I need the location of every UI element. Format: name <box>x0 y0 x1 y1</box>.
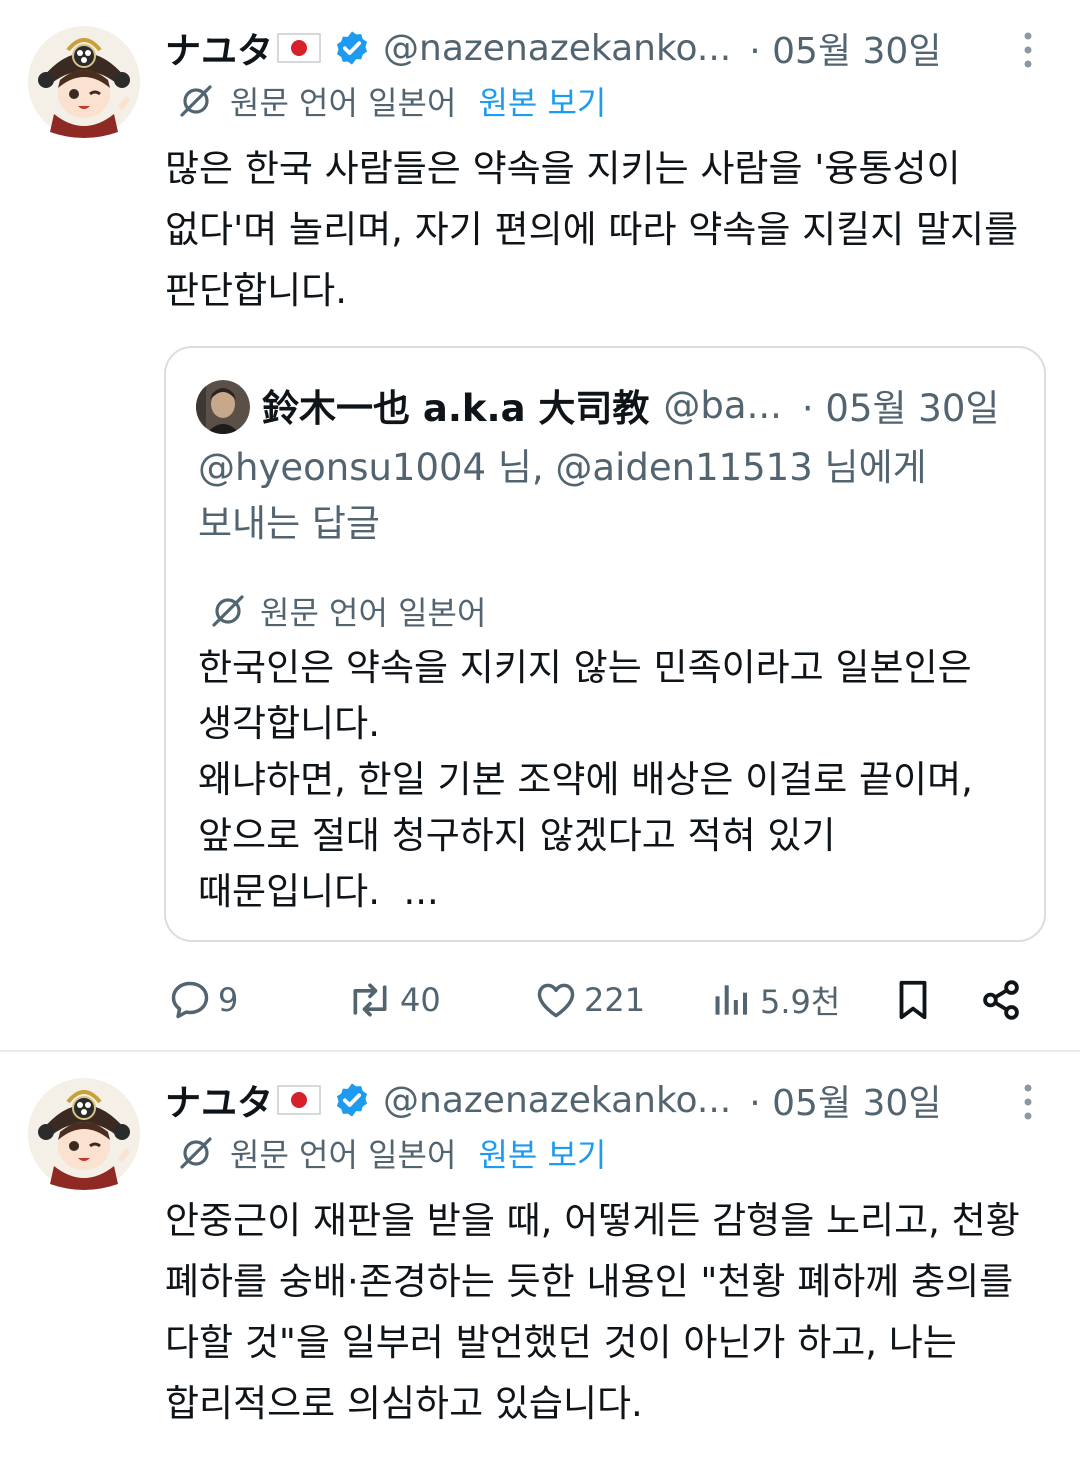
tweet-header: ナユタ @nazenazekanko... · 05월 30일 <box>165 1074 1045 1126</box>
japan-flag-icon <box>277 33 321 63</box>
reply-to-text[interactable]: @hyeonsu1004 님, @aiden11513 님에게 보내는 답글 <box>198 440 998 552</box>
translate-icon <box>180 85 212 117</box>
more-options-icon[interactable] <box>1016 1082 1040 1122</box>
timestamp[interactable]: · 05월 30일 <box>749 1074 941 1126</box>
views-count: 5.9천 <box>760 983 841 1021</box>
quote-timestamp[interactable]: · 05월 30일 <box>802 378 1000 432</box>
repost-count: 40 <box>400 981 441 1019</box>
analytics-icon <box>715 985 748 1015</box>
tweet[interactable]: ナユタ @nazenazekanko... · 05월 30일 원문 언어 일본… <box>0 1052 1080 1458</box>
share-button[interactable] <box>978 968 1030 1032</box>
avatar[interactable] <box>28 26 140 138</box>
like-button[interactable]: 221 <box>534 968 645 1032</box>
quote-display-name[interactable]: 鈴木一也 a.k.a 大司教 <box>262 378 649 432</box>
display-name[interactable]: ナユタ <box>165 22 273 74</box>
tweet-header: ナユタ @nazenazekanko... · 05월 30일 <box>165 22 1045 74</box>
more-options-icon[interactable] <box>1016 30 1040 70</box>
translate-icon <box>212 595 244 627</box>
original-language-label: 원문 언어 일본어 <box>230 84 457 122</box>
translation-info: 원문 언어 일본어 원본 보기 <box>178 78 606 124</box>
translation-info: 원문 언어 일본어 원본 보기 <box>178 1130 606 1176</box>
view-original-link[interactable]: 원본 보기 <box>478 1130 606 1176</box>
tweet-text: 안중근이 재판을 받을 때, 어떻게든 감형을 노리고, 천황 폐하를 숭배·존… <box>165 1199 1020 1425</box>
action-bar: 9 40 221 5.9천 <box>0 968 1080 1032</box>
handle[interactable]: @nazenazekanko... <box>383 28 731 69</box>
bookmark-icon <box>899 980 927 1020</box>
heart-icon <box>537 983 575 1018</box>
repost-button[interactable]: 40 <box>346 968 441 1032</box>
views-button[interactable]: 5.9천 <box>710 968 840 1032</box>
reply-button[interactable]: 9 <box>168 968 238 1032</box>
display-name[interactable]: ナユタ <box>165 1074 273 1126</box>
tweet[interactable]: ナユタ @nazenazekanko... · 05월 30일 원문 언어 일본… <box>0 0 1080 1052</box>
avatar[interactable] <box>28 1078 140 1190</box>
reply-count: 9 <box>218 981 239 1019</box>
quote-text: 한국인은 약속을 지키지 않는 민족이라고 일본인은 생각합니다. 왜냐하면, … <box>198 646 973 913</box>
verified-badge-icon <box>336 31 368 65</box>
quote-translation-info: 원문 언어 일본어 <box>210 588 486 634</box>
verified-badge-icon <box>336 1083 368 1117</box>
japan-flag-icon <box>277 1085 321 1115</box>
bookmark-button[interactable] <box>890 968 942 1032</box>
quote-original-language-label: 원문 언어 일본어 <box>260 594 487 632</box>
quoted-tweet[interactable]: 鈴木一也 a.k.a 大司教 @ba... · 05월 30일 @hyeonsu… <box>164 346 1046 942</box>
timestamp[interactable]: · 05월 30일 <box>749 22 941 74</box>
tweet-text: 많은 한국 사람들은 약속을 지키는 사람을 '융통성이 없다'며 놀리며, 자… <box>165 147 1019 312</box>
reply-icon <box>171 981 209 1019</box>
handle[interactable]: @nazenazekanko... <box>383 1080 731 1121</box>
quote-header: 鈴木一也 a.k.a 大司教 @ba... · 05월 30일 <box>262 376 999 434</box>
quote-handle[interactable]: @ba... <box>663 384 781 427</box>
quote-avatar[interactable] <box>196 380 250 434</box>
repost-icon <box>353 983 387 1017</box>
view-original-link[interactable]: 원본 보기 <box>478 78 606 124</box>
like-count: 221 <box>584 981 646 1019</box>
original-language-label: 원문 언어 일본어 <box>230 1136 457 1174</box>
share-icon <box>983 980 1019 1020</box>
translate-icon <box>180 1137 212 1169</box>
